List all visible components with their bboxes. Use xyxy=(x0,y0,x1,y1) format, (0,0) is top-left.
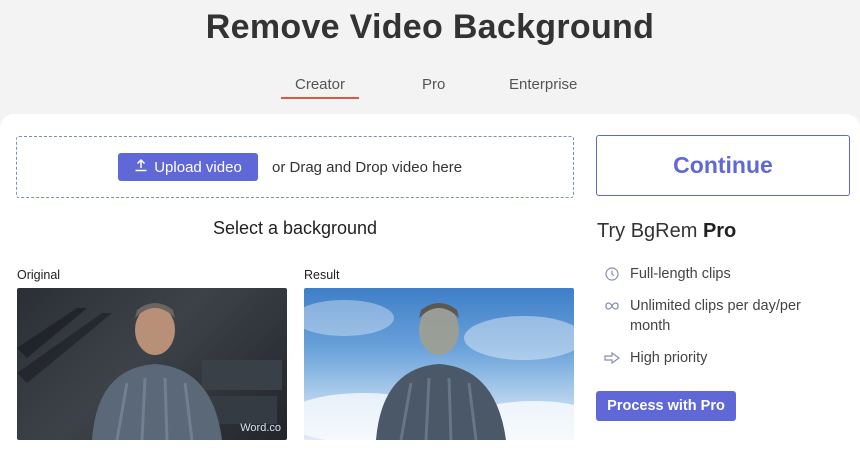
feature-label: High priority xyxy=(630,350,708,366)
try-pro-heading: Try BgRem Pro xyxy=(597,220,736,243)
continue-button[interactable]: Continue xyxy=(596,135,850,196)
original-video-preview: Word.co xyxy=(17,288,287,440)
main-card: Upload video or Drag and Drop video here… xyxy=(0,114,860,461)
tab-pro[interactable]: Pro xyxy=(422,76,445,93)
infinity-icon xyxy=(604,296,620,316)
original-label: Original xyxy=(17,268,61,282)
select-background-heading: Select a background xyxy=(212,218,378,238)
feature-full-length: Full-length clips xyxy=(604,264,844,284)
drag-drop-text: or Drag and Drop video here xyxy=(272,159,463,176)
feature-label: Full-length clips xyxy=(630,266,731,282)
watermark: Word.co xyxy=(240,422,281,434)
tab-enterprise[interactable]: Enterprise xyxy=(509,76,577,93)
priority-arrow-icon xyxy=(604,348,620,368)
video-dropzone[interactable]: Upload video or Drag and Drop video here xyxy=(16,136,574,198)
page-title: Remove Video Background xyxy=(205,8,655,46)
feature-unlimited: Unlimited clips per day/per month xyxy=(604,296,844,336)
result-label: Result xyxy=(304,268,340,282)
feature-label: Unlimited clips per day/per month xyxy=(630,298,801,334)
result-video-preview xyxy=(304,288,574,440)
try-prefix: Try BgRem xyxy=(597,220,703,242)
upload-icon xyxy=(134,158,148,176)
process-with-pro-button[interactable]: Process with Pro xyxy=(596,391,736,421)
clock-icon xyxy=(604,264,620,284)
plan-tabs: Creator Pro Enterprise xyxy=(0,76,860,106)
tab-creator[interactable]: Creator xyxy=(280,76,360,99)
try-pro-bold: Pro xyxy=(702,220,737,242)
upload-video-button[interactable]: Upload video xyxy=(118,153,258,181)
upload-button-label: Upload video xyxy=(154,158,242,176)
feature-priority: High priority xyxy=(604,348,844,368)
